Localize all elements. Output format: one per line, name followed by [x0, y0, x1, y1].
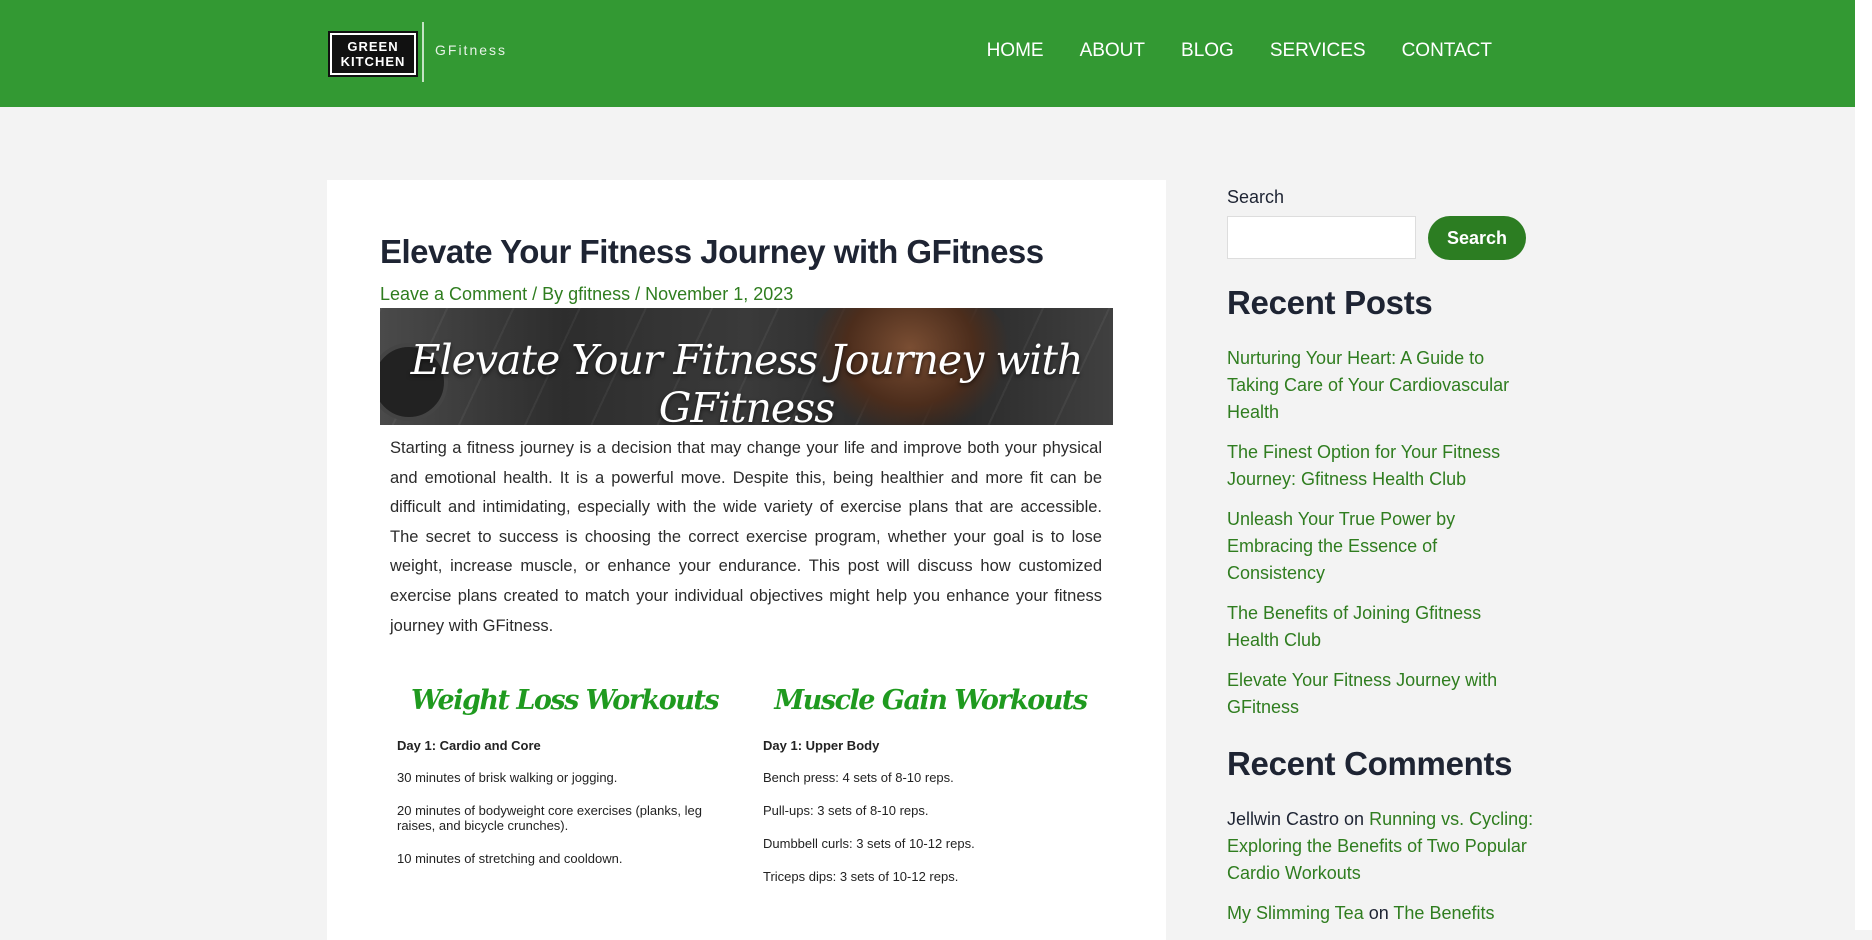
weight-loss-title: Weight Loss Workouts: [410, 685, 720, 716]
hero-title: Elevate Your Fitness Journey with GFitne…: [410, 336, 1084, 425]
muscle-gain-item: Pull-ups: 3 sets of 8-10 reps.: [763, 803, 929, 818]
list-item: The Benefits of Joining Gfitness Health …: [1227, 600, 1537, 654]
weight-loss-item: 20 minutes of bodyweight core exercises …: [397, 803, 702, 833]
comment-author: Jellwin Castro: [1227, 809, 1340, 829]
list-item: Elevate Your Fitness Journey with GFitne…: [1227, 667, 1537, 721]
search-input[interactable]: [1227, 216, 1416, 259]
muscle-gain-item: Bench press: 4 sets of 8-10 reps.: [763, 770, 954, 785]
main-nav: HOME ABOUT BLOG SERVICES CONTACT: [987, 40, 1492, 62]
recent-post-link[interactable]: Nurturing Your Heart: A Guide to Taking …: [1227, 348, 1509, 422]
nav-contact[interactable]: CONTACT: [1402, 40, 1492, 62]
author-link[interactable]: gfitness: [568, 284, 630, 304]
comment-post-link[interactable]: The Benefits: [1393, 903, 1494, 923]
hero-image: Elevate Your Fitness Journey with GFitne…: [380, 308, 1113, 425]
meta-separator: /: [630, 284, 646, 304]
muscle-gain-item: Dumbbell curls: 3 sets of 10-12 reps.: [763, 836, 975, 851]
weight-loss-column: Weight Loss Workouts Day 1: Cardio and C…: [397, 685, 732, 884]
scrollbar-gutter[interactable]: [1855, 0, 1872, 930]
site-logo[interactable]: GREEN KITCHEN: [330, 33, 416, 75]
site-name[interactable]: GFitness: [435, 42, 507, 58]
list-item: The Finest Option for Your Fitness Journ…: [1227, 439, 1537, 493]
post-meta: Leave a Comment / By gfitness / November…: [380, 284, 793, 305]
post-date-link[interactable]: November 1, 2023: [645, 284, 793, 304]
nav-blog[interactable]: BLOG: [1181, 40, 1234, 62]
muscle-gain-day: Day 1: Upper Body: [763, 738, 880, 753]
comment-on: on: [1339, 809, 1370, 829]
muscle-gain-item: Triceps dips: 3 sets of 10-12 reps.: [763, 869, 959, 884]
search-button[interactable]: Search: [1428, 216, 1526, 260]
nav-services[interactable]: SERVICES: [1270, 40, 1366, 62]
recent-posts-list: Nurturing Your Heart: A Guide to Taking …: [1227, 345, 1537, 734]
list-item: Unleash Your True Power by Embracing the…: [1227, 506, 1537, 587]
logo-line-2: KITCHEN: [340, 54, 406, 69]
logo-line-1: GREEN: [347, 39, 399, 54]
muscle-gain-title: Muscle Gain Workouts: [774, 685, 1088, 716]
recent-post-link[interactable]: Unleash Your True Power by Embracing the…: [1227, 509, 1455, 583]
meta-by: / By: [527, 284, 569, 304]
post-title: Elevate Your Fitness Journey with GFitne…: [380, 233, 1044, 270]
comment-author-link[interactable]: My Slimming Tea: [1227, 903, 1364, 923]
logo-divider: [422, 22, 424, 82]
recent-post-link[interactable]: The Benefits of Joining Gfitness Health …: [1227, 603, 1481, 650]
search-label: Search: [1227, 187, 1285, 207]
recent-posts-title: Recent Posts: [1227, 284, 1433, 321]
muscle-gain-column: Muscle Gain Workouts Day 1: Upper Body B…: [763, 685, 1098, 902]
list-item: Nurturing Your Heart: A Guide to Taking …: [1227, 345, 1537, 426]
weight-loss-item: 30 minutes of brisk walking or jogging.: [397, 770, 618, 785]
comment-item: My Slimming Tea on The Benefits: [1227, 900, 1537, 927]
site-header: GREEN KITCHEN GFitness HOME ABOUT BLOG S…: [0, 0, 1855, 107]
recent-comments-title: Recent Comments: [1227, 745, 1513, 782]
comment-on: on: [1363, 903, 1394, 923]
leave-comment-link[interactable]: Leave a Comment: [380, 284, 527, 304]
post-intro: Starting a fitness journey is a decision…: [390, 439, 1102, 635]
recent-post-link[interactable]: The Finest Option for Your Fitness Journ…: [1227, 442, 1500, 489]
recent-comments-list: Jellwin Castro on Running vs. Cycling: E…: [1227, 806, 1537, 940]
comment-item: Jellwin Castro on Running vs. Cycling: E…: [1227, 806, 1537, 887]
recent-post-link[interactable]: Elevate Your Fitness Journey with GFitne…: [1227, 670, 1497, 717]
weight-loss-item: 10 minutes of stretching and cooldown.: [397, 851, 623, 866]
nav-about[interactable]: ABOUT: [1080, 40, 1145, 62]
weight-loss-day: Day 1: Cardio and Core: [397, 738, 541, 753]
nav-home[interactable]: HOME: [987, 40, 1044, 62]
